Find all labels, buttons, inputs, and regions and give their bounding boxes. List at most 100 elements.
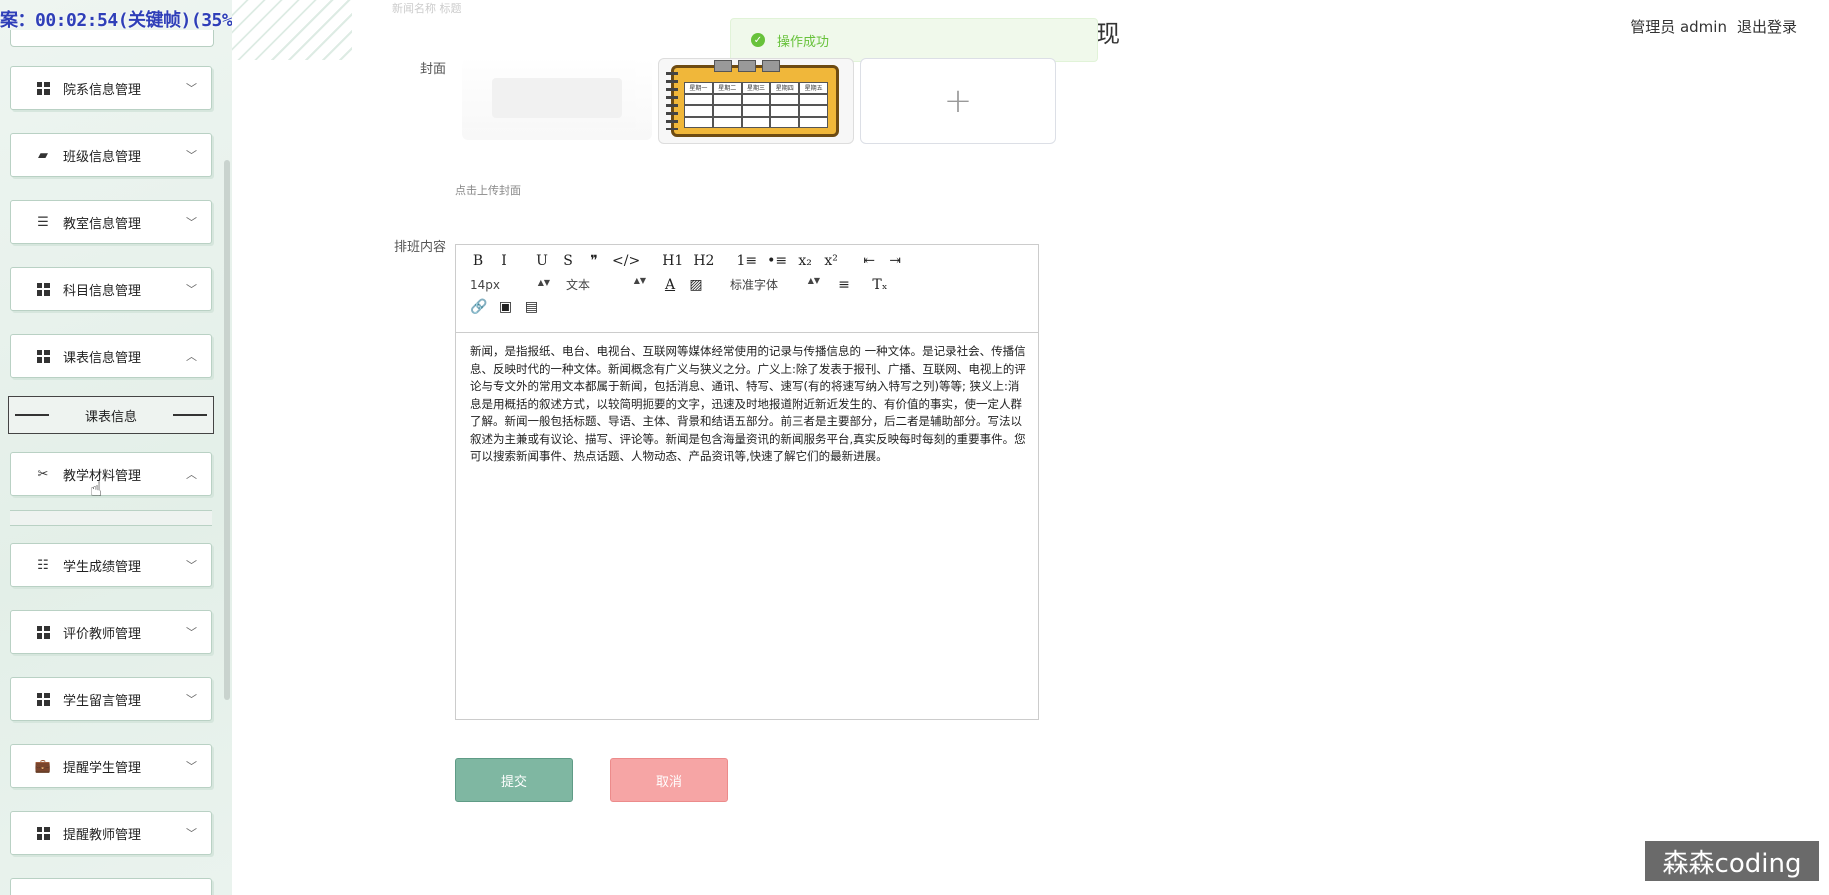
sidebar-item-label: 评价教师管理 [63, 626, 142, 642]
chevron-down-icon: ﹀ [186, 283, 197, 296]
grid-icon [35, 691, 51, 707]
editor-content[interactable]: 新闻，是指报纸、电台、电视台、互联网等媒体经常使用的记录与传播信息的 一种文体。… [470, 343, 1026, 466]
chevron-up-icon: ︿ [186, 468, 197, 481]
font-family-select[interactable]: 标准字体 ▲▼ [730, 276, 820, 293]
sidebar-item-label: 院系信息管理 [63, 82, 142, 98]
sidebar-item-department[interactable]: 院系信息管理 ﹀ [10, 66, 212, 110]
watermark: 森森coding [1645, 841, 1819, 881]
italic-icon[interactable]: I [496, 253, 512, 269]
chevron-down-icon: ﹀ [186, 559, 197, 572]
calendar-cell [684, 116, 713, 128]
upload-tip: 点击上传封面 [455, 184, 521, 197]
faint-field-label: 新闻名称 标题 [392, 2, 462, 15]
blockquote-icon[interactable]: ❞ [586, 253, 602, 269]
sidebar-item-partial[interactable] [10, 878, 212, 895]
calendar-image: 星期一 星期二 星期三 星期四 星期五 [666, 60, 839, 137]
calendar-cell [741, 116, 771, 128]
calendar-cell [712, 105, 742, 117]
calendar-cell [770, 105, 800, 117]
bold-icon[interactable]: B [470, 253, 486, 269]
clear-format-icon[interactable]: Tₓ [872, 277, 888, 293]
calendar-cell [741, 93, 771, 105]
link-icon[interactable]: 🔗 [470, 299, 487, 315]
chevron-down-icon: ﹀ [186, 626, 197, 639]
underline-icon[interactable]: U [534, 253, 550, 269]
font-color-icon[interactable]: A [662, 277, 678, 293]
wallet-icon: ▰ [38, 147, 48, 163]
rich-text-editor: B I U S ❞ </> H1 H2 1≡ •≡ x₂ x² ⇤ ⇥ 14px ▲▼ 文本 ▲▼ A ▨ 标… [455, 244, 1039, 720]
sidebar-item-label: 班级信息管理 [63, 149, 142, 165]
calendar-cell [799, 116, 828, 128]
sidebar-item-label: 课表信息管理 [63, 350, 142, 366]
editor-toolbar: B I U S ❞ </> H1 H2 1≡ •≡ x₂ x² ⇤ ⇥ 14px ▲▼ 文本 ▲▼ A ▨ 标… [456, 245, 1038, 333]
upload-cover-button[interactable]: + [860, 58, 1056, 144]
indent-icon[interactable]: ⇥ [887, 253, 903, 269]
grid-icon [35, 80, 51, 96]
header2-icon[interactable]: H2 [693, 253, 714, 269]
code-block-icon[interactable]: </> [612, 253, 640, 269]
chevron-down-icon: ﹀ [186, 82, 197, 95]
plus-icon: + [943, 81, 973, 121]
header1-icon[interactable]: H1 [662, 253, 683, 269]
sidebar-item-student-messages[interactable]: 学生留言管理 ﹀ [10, 677, 212, 721]
chevron-up-icon: ︿ [186, 350, 197, 363]
sidebar-item-class[interactable]: ▰ 班级信息管理 ﹀ [10, 133, 212, 177]
calendar-cell [799, 105, 828, 117]
calendar-cell [712, 93, 742, 105]
sidebar-subitem-collapsing [10, 510, 212, 526]
subscript-icon[interactable]: x₂ [797, 253, 813, 269]
chevron-down-icon: ﹀ [186, 827, 197, 840]
chevron-down-icon: ﹀ [186, 149, 197, 162]
grid-icon [35, 825, 51, 841]
sidebar-item-remind-student[interactable]: 💼 提醒学生管理 ﹀ [10, 744, 212, 788]
bullet-list-icon[interactable]: •≡ [767, 253, 787, 269]
list-icon: ☰ [37, 214, 49, 230]
ordered-list-icon[interactable]: 1≡ [736, 253, 757, 269]
calendar-cell: 星期五 [799, 82, 828, 94]
calendar-cell [741, 105, 771, 117]
format-select[interactable]: 文本 ▲▼ [566, 276, 646, 293]
success-toast: ✓ 操作成功 [730, 18, 1098, 62]
sidebar-item-label: 学生成绩管理 [63, 559, 142, 575]
calendar-cell [799, 93, 828, 105]
sidebar-item-subject[interactable]: 科目信息管理 ﹀ [10, 267, 212, 311]
sidebar-item-grades[interactable]: ☷ 学生成绩管理 ﹀ [10, 543, 212, 587]
grid-icon [35, 281, 51, 297]
image-icon[interactable]: ▣ [497, 299, 513, 315]
sidebar-item-remind-teacher[interactable]: 提醒教师管理 ﹀ [10, 811, 212, 855]
sidebar-item-label: 教学材料管理 [63, 468, 142, 484]
sidebar-item-timetable[interactable]: 课表信息管理 ︿ [10, 334, 212, 378]
sidebar-subitem-timetable-info[interactable]: 课表信息 [8, 396, 214, 434]
logout-link[interactable]: 退出登录 [1737, 16, 1797, 37]
video-icon[interactable]: ▤ [523, 299, 539, 315]
sidebar-scrollbar[interactable] [224, 160, 230, 700]
align-icon[interactable]: ≡ [836, 277, 852, 293]
sidebar-item-classroom[interactable]: ☰ 教室信息管理 ﹀ [10, 200, 212, 244]
background-color-icon[interactable]: ▨ [688, 277, 704, 293]
calendar-cell [684, 93, 713, 105]
calendar-cell [712, 116, 742, 128]
font-size-select[interactable]: 14px ▲▼ [470, 278, 550, 292]
content-label: 排班内容 [393, 240, 446, 255]
hand-cursor-icon: ☝ [90, 477, 103, 501]
chevron-down-icon: ﹀ [186, 216, 197, 229]
cover-image-faded[interactable] [462, 58, 652, 140]
sidebar-item-label: 提醒教师管理 [63, 827, 142, 843]
ticket-icon: ✂ [37, 466, 49, 482]
recording-banner: 案：00:02:54(关键帧)(35%) [0, 10, 232, 31]
calendar-cell [770, 93, 800, 105]
sliders-icon: ☷ [37, 557, 49, 573]
sidebar-item-teaching-material[interactable]: ✂ 教学材料管理 ︿ [10, 452, 212, 496]
sidebar-item-label: 教室信息管理 [63, 216, 142, 232]
chevron-down-icon: ﹀ [186, 760, 197, 773]
cancel-button[interactable]: 取消 [610, 758, 728, 802]
superscript-icon[interactable]: x² [823, 253, 839, 269]
submit-button[interactable]: 提交 [455, 758, 573, 802]
strike-icon[interactable]: S [560, 253, 576, 269]
outdent-icon[interactable]: ⇤ [861, 253, 877, 269]
calendar-cell: 星期四 [770, 82, 800, 94]
success-check-icon: ✓ [751, 33, 765, 47]
cover-label: 封面 [419, 62, 446, 77]
cover-image-timetable[interactable]: 星期一 星期二 星期三 星期四 星期五 [658, 58, 854, 144]
sidebar-item-evaluate-teacher[interactable]: 评价教师管理 ﹀ [10, 610, 212, 654]
